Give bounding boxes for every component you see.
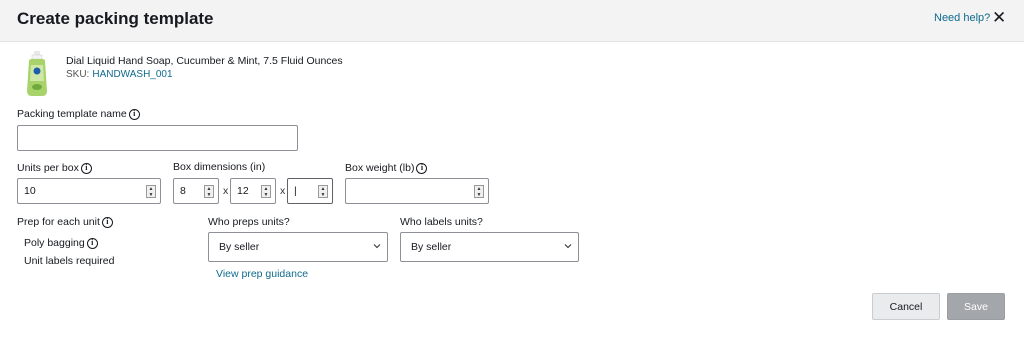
product-sku: SKU: HANDWASH_001: [66, 69, 173, 80]
who-preps-select[interactable]: By seller: [208, 232, 388, 262]
page-title: Create packing template: [17, 9, 214, 28]
info-icon[interactable]: i: [416, 162, 428, 174]
info-icon[interactable]: i: [128, 108, 140, 120]
info-icon[interactable]: i: [80, 162, 92, 174]
units-per-box-input[interactable]: 10 ▲ ▼: [17, 178, 161, 204]
info-icon[interactable]: i: [101, 216, 113, 228]
prep-label: Prep for each unit i: [17, 216, 113, 228]
box-weight-input[interactable]: ▲ ▼: [345, 178, 489, 204]
who-preps-value: By seller: [219, 241, 260, 253]
template-name-label-text: Packing template name: [17, 108, 127, 120]
dimension-separator: x: [223, 185, 229, 197]
units-per-box-label: Units per box i: [17, 162, 92, 174]
need-help-link[interactable]: Need help?: [934, 12, 990, 24]
box-width-input[interactable]: 12 ▲ ▼: [230, 178, 276, 204]
sku-value[interactable]: HANDWASH_001: [92, 69, 172, 80]
spinner-arrows-icon[interactable]: ▲ ▼: [318, 185, 328, 198]
who-labels-value: By seller: [411, 241, 452, 253]
cancel-button[interactable]: Cancel: [872, 293, 940, 320]
sku-prefix: SKU:: [66, 69, 90, 80]
units-per-box-label-text: Units per box: [17, 162, 79, 174]
units-per-box-value: 10: [24, 185, 36, 197]
chevron-down-icon: [564, 244, 572, 249]
template-name-label: Packing template name i: [17, 108, 140, 120]
prep-label-text: Prep for each unit: [17, 216, 100, 228]
box-length-input[interactable]: 8 ▲ ▼: [173, 178, 219, 204]
template-name-input[interactable]: [17, 125, 298, 151]
who-labels-select[interactable]: By seller: [400, 232, 579, 262]
box-width-value: 12: [237, 185, 249, 197]
box-height-value: |: [294, 185, 297, 197]
info-icon[interactable]: i: [86, 237, 98, 249]
who-labels-label-text: Who labels units?: [400, 216, 483, 228]
product-bottle-image: [27, 51, 47, 96]
prep-item-poly-bagging: Poly bagging i: [24, 237, 98, 249]
box-weight-label-text: Box weight (lb): [345, 162, 415, 174]
spinner-arrows-icon[interactable]: ▲ ▼: [204, 185, 214, 198]
dimension-separator: x: [280, 185, 286, 197]
spinner-arrows-icon[interactable]: ▲ ▼: [261, 185, 271, 198]
box-dimensions-label: Box dimensions (in): [173, 161, 265, 173]
who-labels-label: Who labels units?: [400, 216, 483, 228]
spinner-arrows-icon[interactable]: ▲ ▼: [146, 185, 156, 198]
prep-item-unit-labels: Unit labels required: [24, 255, 114, 267]
close-icon[interactable]: ✕: [992, 9, 1006, 27]
product-name: Dial Liquid Hand Soap, Cucumber & Mint, …: [66, 55, 343, 67]
modal-header: Create packing template Need help? ✕: [0, 0, 1024, 42]
prep-item-label: Unit labels required: [24, 255, 115, 267]
save-button[interactable]: Save: [947, 293, 1005, 320]
box-height-input[interactable]: | ▲ ▼: [287, 178, 333, 204]
spinner-arrows-icon[interactable]: ▲ ▼: [474, 185, 484, 198]
view-prep-guidance-link[interactable]: View prep guidance: [216, 268, 308, 280]
prep-item-label: Poly bagging: [24, 237, 85, 249]
box-length-value: 8: [180, 185, 186, 197]
chevron-down-icon: [373, 244, 381, 249]
who-preps-label: Who preps units?: [208, 216, 290, 228]
box-weight-label: Box weight (lb) i: [345, 162, 428, 174]
box-dimensions-label-text: Box dimensions (in): [173, 161, 266, 173]
who-preps-label-text: Who preps units?: [208, 216, 290, 228]
